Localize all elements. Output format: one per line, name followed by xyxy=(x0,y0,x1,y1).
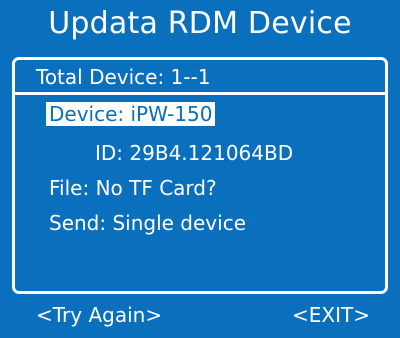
screen-title: Updata RDM Device xyxy=(48,6,352,41)
rdm-update-screen: Updata RDM Device Total Device: 1--1 Dev… xyxy=(0,0,400,338)
device-selector[interactable]: Device: iPW-150 xyxy=(46,102,216,126)
send-mode-label: Send: Single device xyxy=(49,211,247,235)
file-status-label: File: No TF Card? xyxy=(49,176,217,200)
panel-divider xyxy=(15,92,385,95)
total-device-label: Total Device: 1--1 xyxy=(36,65,211,89)
device-id-label: ID: 29B4.121064BD xyxy=(95,141,294,165)
exit-button[interactable]: <EXIT> xyxy=(292,303,370,327)
device-info-panel: Total Device: 1--1 Device: iPW-150 ID: 2… xyxy=(12,57,388,294)
try-again-button[interactable]: <Try Again> xyxy=(36,303,162,327)
